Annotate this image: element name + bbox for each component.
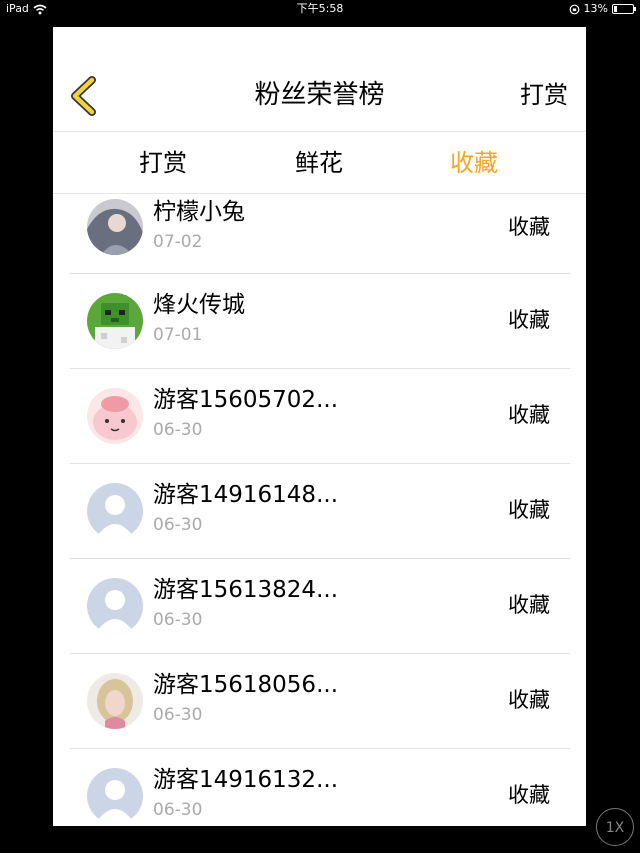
app-screen: 粉丝荣誉榜 打赏 打赏 鲜花 收藏 柠檬小兔 07-02 收藏 烽火传城 07-…	[53, 27, 586, 826]
list-item-date: 06-30	[153, 705, 203, 725]
photo-avatar-icon	[87, 673, 143, 729]
tab-favorites[interactable]: 收藏	[414, 132, 534, 194]
list-item-name: 游客15618056...	[153, 672, 338, 698]
list-item-name: 柠檬小兔	[153, 199, 245, 225]
tab-reward[interactable]: 打赏	[103, 132, 223, 194]
list-item-action: 收藏	[508, 593, 550, 617]
default-avatar-icon	[87, 768, 143, 824]
default-avatar-icon	[87, 483, 143, 539]
list-item[interactable]: 游客15613824... 06-30 收藏	[70, 559, 570, 654]
fan-list: 柠檬小兔 07-02 收藏 烽火传城 07-01 收藏 游客15605702..…	[70, 194, 570, 826]
list-item-name: 烽火传城	[153, 292, 245, 318]
battery-icon	[612, 4, 636, 14]
list-item[interactable]: 游客14916148... 06-30 收藏	[70, 464, 570, 559]
list-item-date: 07-01	[153, 325, 203, 345]
list-item-name: 游客15613824...	[153, 577, 338, 603]
list-item-date: 07-02	[153, 232, 203, 252]
list-item[interactable]: 游客15605702... 06-30 收藏	[70, 369, 570, 464]
cartoon-avatar-icon	[87, 388, 143, 444]
status-right: 13%	[569, 0, 636, 18]
list-item-date: 06-30	[153, 800, 203, 820]
list-item[interactable]: 游客14916132... 06-30 收藏	[70, 749, 570, 826]
list-item-action: 收藏	[508, 498, 550, 522]
list-item-action: 收藏	[508, 308, 550, 332]
tab-flowers[interactable]: 鲜花	[259, 132, 379, 194]
status-bar: iPad 下午5:58 13%	[0, 0, 640, 18]
list-item-action: 收藏	[508, 688, 550, 712]
list-item-action: 收藏	[508, 215, 550, 239]
list-item[interactable]: 游客15618056... 06-30 收藏	[70, 654, 570, 749]
pixel-zombie-avatar-icon	[87, 293, 143, 349]
zoom-toggle-button[interactable]: 1X	[596, 808, 634, 846]
list-item-name: 游客15605702...	[153, 387, 338, 413]
list-item-action: 收藏	[508, 403, 550, 427]
list-item-date: 06-30	[153, 610, 203, 630]
list-item-name: 游客14916132...	[153, 767, 338, 793]
list-item-date: 06-30	[153, 420, 203, 440]
list-item-name: 游客14916148...	[153, 482, 338, 508]
reward-button[interactable]: 打赏	[520, 77, 568, 113]
list-item[interactable]: 烽火传城 07-01 收藏	[70, 274, 570, 369]
battery-percent: 13%	[583, 2, 608, 15]
default-avatar-icon	[87, 578, 143, 634]
list-item-date: 06-30	[153, 515, 203, 535]
list-item[interactable]: 柠檬小兔 07-02 收藏	[70, 194, 570, 274]
status-time: 下午5:58	[296, 2, 344, 15]
list-item-action: 收藏	[508, 783, 550, 807]
orientation-lock-icon	[569, 4, 579, 14]
tab-bar: 打赏 鲜花 收藏	[53, 132, 586, 194]
photo-avatar-icon	[87, 199, 143, 255]
nav-bar: 粉丝荣誉榜 打赏	[53, 27, 586, 132]
page-title: 粉丝荣誉榜	[254, 80, 385, 110]
